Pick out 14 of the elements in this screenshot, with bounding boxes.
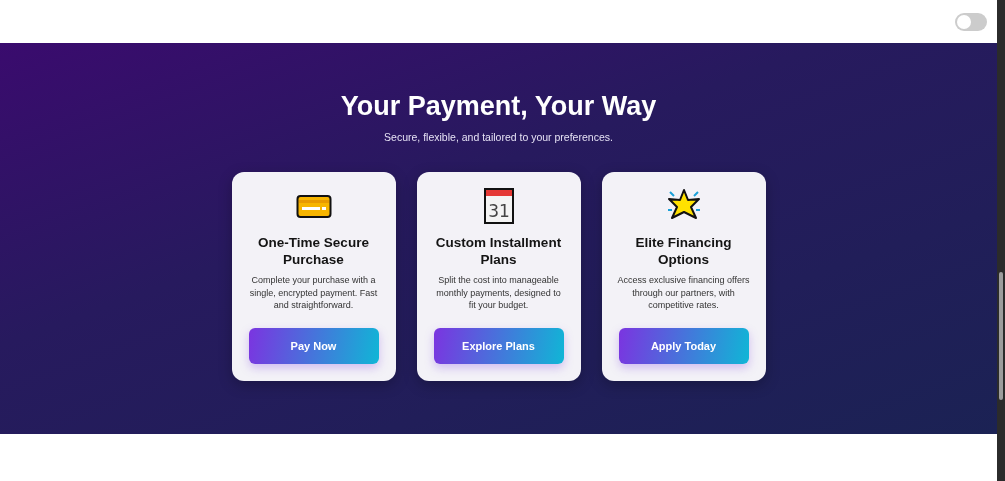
card-title: One-Time Secure Purchase [257,234,370,268]
scrollbar[interactable] [997,0,1005,481]
hero-title: Your Payment, Your Way [340,90,657,123]
hero-subtitle: Secure, flexible, and tailored to your preferences. [384,130,613,144]
toggle-switch[interactable] [955,12,987,31]
card-description: Complete your purchase with a single, encrypted payment. Fast and straightforward. [248,274,379,312]
scrollbar-thumb[interactable] [999,272,1003,400]
card-button[interactable]: Pay Now [248,328,379,364]
card-description: Access exclusive financing offers through our partners, with competitive rates. [617,274,750,312]
card-title: Elite Financing Options [634,234,733,268]
card-button[interactable]: Explore Plans [433,328,564,364]
card-button[interactable]: Apply Today [618,328,749,364]
card-title: Custom Installment Plans [434,234,563,268]
card-description: Split the cost into manageable monthly payments, designed to fit your budget. [435,274,562,312]
